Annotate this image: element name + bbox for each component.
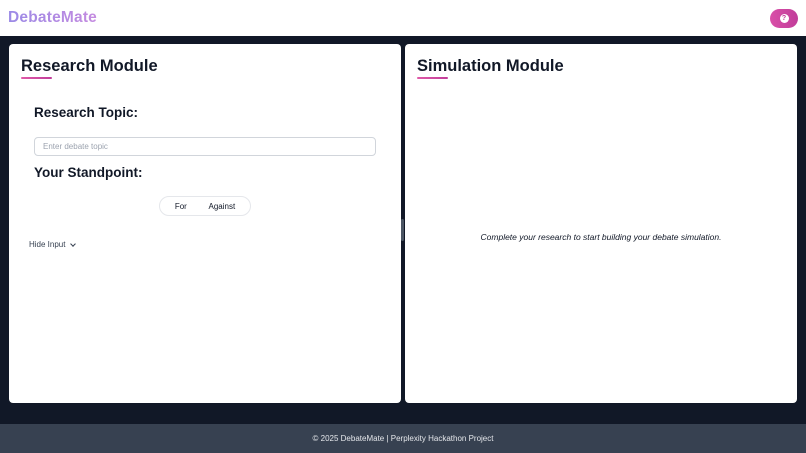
standpoint-label: Your Standpoint: bbox=[34, 165, 143, 180]
simulation-empty-message: Complete your research to start building… bbox=[480, 232, 722, 242]
simulation-panel: Simulation Module Complete your research… bbox=[405, 44, 797, 403]
panel-resize-handle[interactable] bbox=[401, 219, 404, 241]
footer-text: © 2025 DebateMate | Perplexity Hackathon… bbox=[312, 434, 494, 443]
hide-input-label: Hide Input bbox=[29, 240, 66, 249]
top-bar: DebateMate ? bbox=[0, 0, 806, 36]
title-underline bbox=[21, 77, 52, 79]
standpoint-toggle: For Against bbox=[159, 196, 251, 216]
brand-logo[interactable]: DebateMate bbox=[8, 9, 97, 27]
stance-for-option[interactable]: For bbox=[169, 202, 193, 211]
hide-input-toggle[interactable]: Hide Input bbox=[29, 240, 77, 249]
research-module-title: Research Module bbox=[21, 57, 158, 75]
topic-input[interactable] bbox=[34, 137, 376, 156]
chevron-down-icon bbox=[70, 240, 77, 247]
help-button[interactable]: ? bbox=[770, 8, 798, 28]
simulation-module-title: Simulation Module bbox=[417, 57, 564, 75]
stance-against-option[interactable]: Against bbox=[202, 202, 241, 211]
research-topic-label: Research Topic: bbox=[34, 105, 139, 120]
research-panel: Research Module Research Topic: Your Sta… bbox=[9, 44, 401, 403]
title-underline bbox=[417, 77, 448, 79]
footer: © 2025 DebateMate | Perplexity Hackathon… bbox=[0, 424, 806, 453]
question-icon: ? bbox=[779, 13, 789, 23]
